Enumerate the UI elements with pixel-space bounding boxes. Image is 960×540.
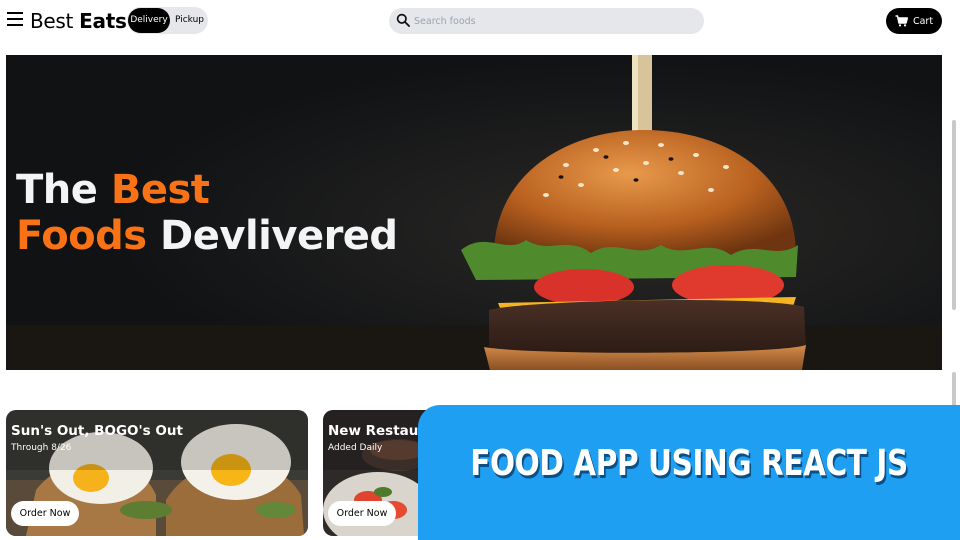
brand-bold: Eats bbox=[79, 9, 127, 33]
navbar: Best Eats Delivery Pickup Cart bbox=[0, 0, 960, 44]
card-subtitle: Added Daily bbox=[328, 443, 383, 453]
hero-word-the: The bbox=[16, 167, 98, 213]
delivery-button[interactable]: Delivery bbox=[128, 8, 170, 33]
banner-text: FOOD APP USING REACT JS bbox=[470, 443, 908, 484]
brand-light: Best bbox=[30, 9, 74, 33]
cart-button[interactable]: Cart bbox=[886, 8, 942, 34]
brand-logo[interactable]: Best Eats bbox=[30, 9, 127, 33]
hero-line-1: The Best bbox=[16, 167, 398, 213]
cart-icon bbox=[895, 15, 908, 27]
order-now-button[interactable]: Order Now bbox=[11, 501, 79, 526]
hero-banner: The Best Foods Devlivered bbox=[6, 55, 942, 370]
search-icon bbox=[396, 13, 410, 27]
hero-word-foods: Foods bbox=[16, 213, 147, 259]
hero-word-delivered: Devlivered bbox=[160, 213, 398, 259]
order-now-button[interactable]: Order Now bbox=[328, 501, 396, 526]
card-subtitle: Through 8/26 bbox=[11, 443, 72, 453]
delivery-mode-toggle: Delivery Pickup bbox=[127, 7, 208, 34]
menu-icon[interactable] bbox=[7, 12, 23, 26]
title-banner: FOOD APP USING REACT JS bbox=[418, 405, 960, 540]
promo-card[interactable]: Sun's Out, BOGO's Out Through 8/26 Order… bbox=[6, 410, 308, 536]
pickup-button[interactable]: Pickup bbox=[173, 8, 206, 33]
card-title: Sun's Out, BOGO's Out bbox=[11, 423, 183, 439]
search-bar bbox=[389, 8, 704, 34]
hero-line-2: Foods Devlivered bbox=[16, 213, 398, 259]
cart-label: Cart bbox=[912, 15, 934, 27]
scrollbar-thumb[interactable] bbox=[952, 120, 956, 310]
hero-title: The Best Foods Devlivered bbox=[16, 167, 398, 259]
search-input[interactable] bbox=[414, 11, 694, 31]
hero-word-best: Best bbox=[110, 167, 210, 213]
